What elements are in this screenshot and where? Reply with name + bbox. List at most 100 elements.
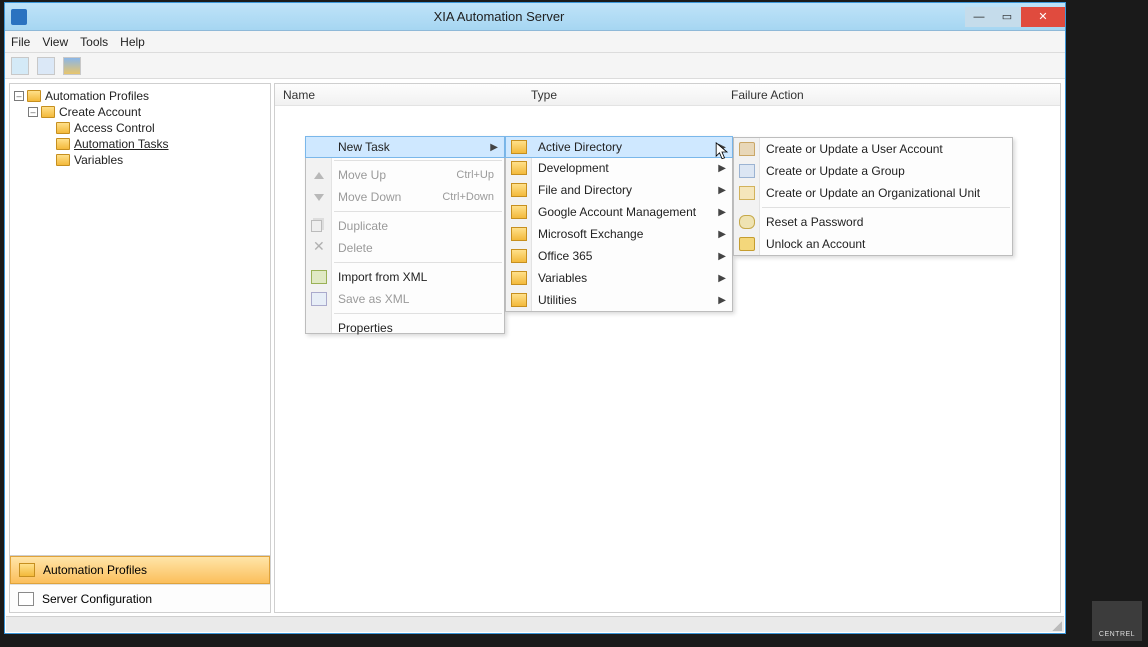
menu-item-delete[interactable]: ✕ Delete — [306, 237, 504, 259]
folder-icon — [56, 154, 70, 166]
tree-node-variables[interactable]: Variables — [14, 152, 266, 168]
submenu-item-exchange[interactable]: Microsoft Exchange ▶ — [506, 223, 732, 245]
submenu-arrow-icon: ▶ — [718, 142, 726, 153]
submenu-new-task: Active Directory ▶ Development ▶ File an… — [505, 136, 733, 312]
menu-item-label: Utilities — [538, 293, 577, 307]
folder-icon — [511, 271, 527, 285]
menu-item-label: Properties — [338, 321, 393, 335]
arrow-down-icon — [314, 194, 324, 201]
menu-file[interactable]: File — [11, 35, 30, 49]
maximize-button[interactable]: ▭ — [993, 7, 1021, 27]
menu-item-label: Create or Update a User Account — [766, 142, 943, 156]
column-type[interactable]: Type — [523, 88, 723, 102]
submenu-item-variables[interactable]: Variables ▶ — [506, 267, 732, 289]
menu-shortcut: Ctrl+Down — [442, 191, 494, 203]
menu-item-label: Variables — [538, 271, 587, 285]
tree-view[interactable]: – Automation Profiles – Create Account A… — [10, 84, 270, 555]
menu-item-save-xml[interactable]: Save as XML — [306, 288, 504, 310]
tree-label: Automation Tasks — [74, 137, 169, 151]
menu-separator — [334, 160, 502, 161]
menu-shortcut: Ctrl+Up — [456, 169, 494, 181]
submenu-item-google-account[interactable]: Google Account Management ▶ — [506, 201, 732, 223]
menu-separator — [762, 207, 1010, 208]
expander-icon[interactable]: – — [28, 107, 38, 117]
column-headers: Name Type Failure Action — [275, 84, 1060, 106]
submenu-arrow-icon: ▶ — [718, 229, 726, 240]
menubar: File View Tools Help — [5, 31, 1065, 53]
menu-item-label: Google Account Management — [538, 205, 696, 219]
submenu-arrow-icon: ▶ — [718, 207, 726, 218]
window-title: XIA Automation Server — [33, 9, 965, 24]
watermark: CENTREL — [1092, 601, 1142, 641]
submenu-item-file-directory[interactable]: File and Directory ▶ — [506, 179, 732, 201]
server-icon — [18, 592, 34, 606]
menu-separator — [334, 313, 502, 314]
menu-item-move-down[interactable]: Move Down Ctrl+Down — [306, 186, 504, 208]
folder-icon — [511, 183, 527, 197]
menu-item-label: Duplicate — [338, 219, 388, 233]
menu-separator — [334, 211, 502, 212]
minimize-button[interactable]: — — [965, 7, 993, 27]
close-button[interactable]: ✕ — [1021, 7, 1065, 27]
submenu-item-development[interactable]: Development ▶ — [506, 157, 732, 179]
menu-view[interactable]: View — [42, 35, 68, 49]
folder-icon — [511, 227, 527, 241]
submenu-item-utilities[interactable]: Utilities ▶ — [506, 289, 732, 311]
submenu-arrow-icon: ▶ — [490, 142, 498, 153]
refresh-button[interactable] — [11, 57, 29, 75]
submenu-arrow-icon: ▶ — [718, 185, 726, 196]
submenu-arrow-icon: ▶ — [718, 251, 726, 262]
client-area: – Automation Profiles – Create Account A… — [5, 81, 1065, 615]
nav-pane-label: Server Configuration — [42, 592, 152, 606]
save-icon — [311, 292, 327, 306]
menu-help[interactable]: Help — [120, 35, 145, 49]
submenu-item-reset-password[interactable]: Reset a Password — [734, 211, 1012, 233]
submenu-item-office365[interactable]: Office 365 ▶ — [506, 245, 732, 267]
menu-item-label: Office 365 — [538, 249, 592, 263]
column-failure-action[interactable]: Failure Action — [723, 88, 1060, 102]
submenu-item-active-directory[interactable]: Active Directory ▶ — [505, 136, 733, 158]
menu-item-import-xml[interactable]: Import from XML — [306, 266, 504, 288]
nav-pane-server-configuration[interactable]: Server Configuration — [10, 584, 270, 612]
menu-item-duplicate[interactable]: Duplicate — [306, 215, 504, 237]
submenu-item-unlock-account[interactable]: Unlock an Account — [734, 233, 1012, 255]
tree-node-root[interactable]: – Automation Profiles — [14, 88, 266, 104]
folder-icon — [511, 161, 527, 175]
folder-icon — [511, 293, 527, 307]
menu-item-properties[interactable]: Properties — [306, 317, 504, 339]
save-button[interactable] — [37, 57, 55, 75]
nav-pane-automation-profiles[interactable]: Automation Profiles — [10, 556, 270, 584]
menu-item-label: File and Directory — [538, 183, 632, 197]
folder-icon — [56, 138, 70, 150]
menu-item-label: Create or Update an Organizational Unit — [766, 186, 980, 200]
menu-item-new-task[interactable]: New Task ▶ — [305, 136, 505, 158]
main-window: XIA Automation Server — ▭ ✕ File View To… — [4, 2, 1066, 634]
tree-node-access-control[interactable]: Access Control — [14, 120, 266, 136]
resize-grip-icon[interactable] — [1050, 619, 1062, 631]
folder-icon — [56, 122, 70, 134]
submenu-item-create-group[interactable]: Create or Update a Group — [734, 160, 1012, 182]
menu-item-label: New Task — [338, 140, 390, 154]
tree-node-automation-tasks[interactable]: Automation Tasks — [14, 136, 266, 152]
sidebar: – Automation Profiles – Create Account A… — [9, 83, 271, 613]
user-icon — [739, 142, 755, 156]
folder-icon — [511, 205, 527, 219]
delete-icon: ✕ — [313, 238, 329, 252]
column-name[interactable]: Name — [275, 88, 523, 102]
menu-item-label: Unlock an Account — [766, 237, 865, 251]
menu-item-move-up[interactable]: Move Up Ctrl+Up — [306, 164, 504, 186]
expander-icon[interactable]: – — [14, 91, 24, 101]
menu-tools[interactable]: Tools — [80, 35, 108, 49]
folder-icon — [41, 106, 55, 118]
submenu-item-create-user[interactable]: Create or Update a User Account — [734, 138, 1012, 160]
submenu-item-create-ou[interactable]: Create or Update an Organizational Unit — [734, 182, 1012, 204]
report-button[interactable] — [63, 57, 81, 75]
nav-panes: Automation Profiles Server Configuration — [10, 555, 270, 612]
statusbar — [6, 616, 1064, 632]
context-menu: New Task ▶ Move Up Ctrl+Up Move Down Ctr… — [305, 136, 505, 334]
submenu-arrow-icon: ▶ — [718, 295, 726, 306]
menu-item-label: Move Down — [338, 190, 401, 204]
folder-icon — [511, 140, 527, 154]
tree-label: Access Control — [74, 121, 155, 135]
tree-node-create-account[interactable]: – Create Account — [14, 104, 266, 120]
